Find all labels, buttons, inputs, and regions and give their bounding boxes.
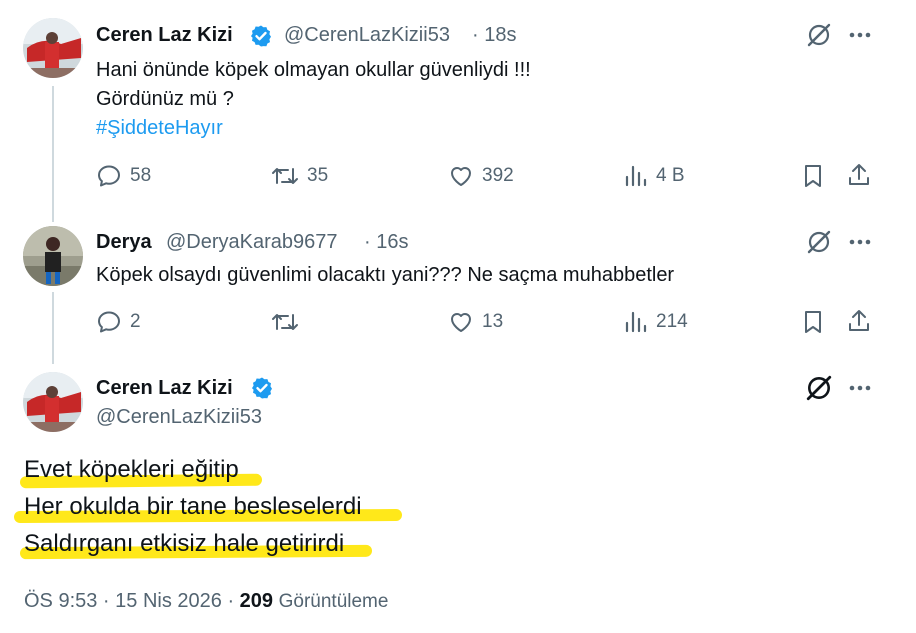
tweet-text-line: Gördünüz mü ?	[96, 88, 234, 110]
tweet-text-line: Her okulda bir tane besleselerdi	[24, 493, 362, 520]
verified-badge-icon	[249, 24, 273, 53]
reply-icon	[96, 309, 122, 335]
like-count: 392	[482, 165, 514, 186]
author-handle[interactable]: @CerenLazKizii53	[96, 406, 262, 429]
bookmark-icon[interactable]	[801, 309, 825, 335]
view-count: 209	[239, 590, 274, 612]
retweet-count: 35	[307, 165, 329, 186]
view-label: Görüntüleme	[278, 591, 389, 612]
tweet-text-line: Hani önünde köpek olmayan okullar güvenl…	[96, 59, 531, 81]
tweet-text: Köpek olsaydı güvenlimi olacaktı yani???…	[96, 264, 675, 286]
views-button[interactable]: 4 B	[624, 163, 685, 189]
tweet-text-line: Evet köpekleri eğitip	[24, 456, 239, 483]
views-icon	[624, 309, 648, 335]
views-count: 4 B	[656, 165, 685, 186]
reply-button[interactable]: 2	[96, 309, 141, 335]
retweet-button[interactable]	[271, 309, 299, 335]
tweet-text-line: Saldırganı etkisiz hale getirirdi	[24, 530, 345, 557]
like-button[interactable]: 13	[448, 309, 503, 335]
share-icon[interactable]	[846, 162, 872, 188]
more-icon[interactable]	[848, 378, 872, 398]
author-handle[interactable]: @CerenLazKizii53	[284, 24, 450, 47]
grok-icon[interactable]	[806, 229, 832, 255]
reply-count: 2	[130, 311, 141, 332]
avatar[interactable]	[23, 372, 83, 432]
author-name[interactable]: Ceren Laz Kizi	[96, 377, 233, 400]
avatar[interactable]	[23, 18, 83, 78]
reply-button[interactable]: 58	[96, 163, 151, 189]
reply-icon	[96, 163, 122, 189]
views-button[interactable]: 214	[624, 309, 688, 335]
verified-badge-icon	[250, 376, 274, 405]
views-icon	[624, 163, 648, 189]
tweet-time[interactable]: · 18s	[472, 24, 516, 47]
thread-line	[52, 292, 54, 364]
retweet-button[interactable]: 35	[271, 163, 328, 189]
timestamp-link[interactable]: ÖS 9:53 · 15 Nis 2026 ·	[24, 590, 234, 612]
views-count: 214	[656, 311, 688, 332]
more-icon[interactable]	[848, 25, 872, 45]
author-name[interactable]: Ceren Laz Kizi	[96, 24, 233, 47]
bookmark-icon[interactable]	[801, 163, 825, 189]
retweet-icon	[271, 309, 299, 335]
grok-icon[interactable]	[805, 374, 833, 402]
like-icon	[448, 163, 474, 189]
like-button[interactable]: 392	[448, 163, 514, 189]
thread-line	[52, 86, 54, 222]
grok-icon[interactable]	[806, 22, 832, 48]
retweet-icon	[271, 163, 299, 189]
author-name[interactable]: Derya	[96, 231, 152, 254]
tweet-time[interactable]: · 16s	[364, 231, 408, 254]
avatar[interactable]	[23, 226, 83, 286]
like-icon	[448, 309, 474, 335]
hashtag-link[interactable]: #ŞiddeteHayır	[96, 114, 223, 143]
share-icon[interactable]	[846, 308, 872, 334]
reply-count: 58	[130, 165, 152, 186]
like-count: 13	[482, 311, 504, 332]
author-handle[interactable]: @DeryaKarab9677	[166, 231, 338, 254]
tweet-metadata: ÖS 9:53 · 15 Nis 2026 · 209 Görüntüleme	[24, 590, 388, 613]
more-icon[interactable]	[848, 232, 872, 252]
